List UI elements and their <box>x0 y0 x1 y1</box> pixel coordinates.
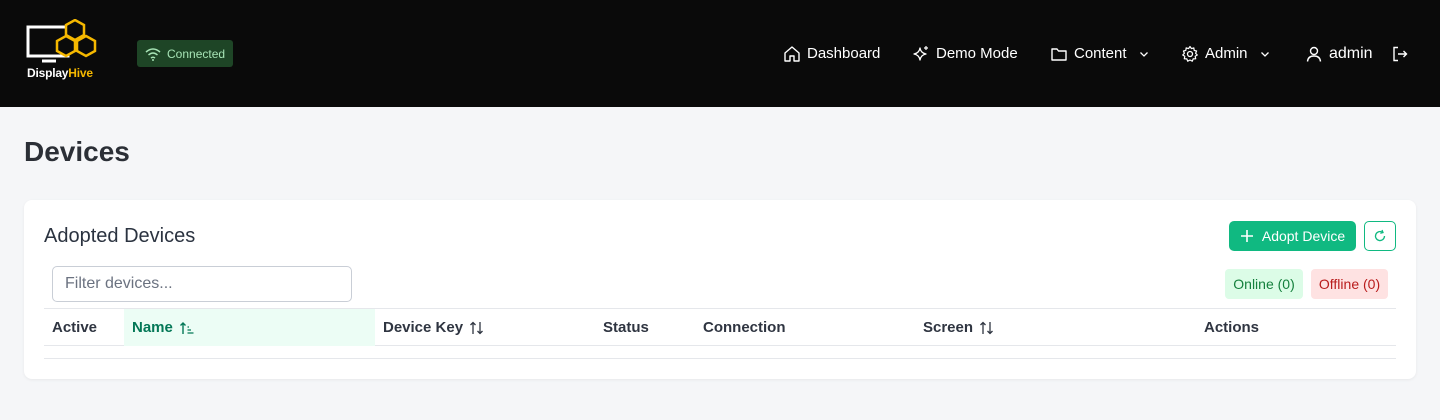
sort-ascending-icon <box>179 321 194 334</box>
adopted-devices-card: Adopted Devices Adopt Device Online (0) … <box>24 200 1416 379</box>
nav-user-label: admin <box>1329 44 1373 62</box>
refresh-button[interactable] <box>1364 221 1396 251</box>
column-header-active: Active <box>52 319 98 336</box>
logo-wordmark: DisplayHive <box>27 66 93 80</box>
nav-admin-label: Admin <box>1205 45 1248 62</box>
column-header-device-key[interactable]: Device Key <box>383 309 485 346</box>
folder-icon <box>1051 47 1067 61</box>
logo-monitor-hexagon-icon <box>26 19 97 63</box>
home-icon <box>784 45 800 62</box>
column-header-actions: Actions <box>1204 319 1260 336</box>
sort-icon <box>980 321 994 334</box>
connection-status-text: Connected <box>167 46 226 61</box>
sort-icon <box>470 321 484 334</box>
refresh-icon <box>1374 229 1386 242</box>
chevron-down-icon <box>1139 51 1148 57</box>
plus-icon <box>1240 230 1253 242</box>
adopt-device-label: Adopt Device <box>1261 228 1346 244</box>
nav-dashboard[interactable]: Dashboard <box>783 0 880 107</box>
top-navigation-bar: DisplayHive Connected Dashboard Demo Mod… <box>0 0 1440 107</box>
card-title: Adopted Devices <box>44 225 196 247</box>
nav-user-menu[interactable]: admin <box>1305 0 1373 107</box>
nav-admin-dropdown[interactable]: Admin <box>1181 0 1270 107</box>
nav-demo-mode-label: Demo Mode <box>936 45 1018 62</box>
devices-table-body <box>44 346 1396 359</box>
nav-content-label: Content <box>1074 45 1127 62</box>
column-header-connection: Connection <box>703 319 786 336</box>
column-header-screen[interactable]: Screen <box>923 309 995 346</box>
sparkles-icon <box>913 45 928 61</box>
column-header-name[interactable]: Name <box>124 309 375 346</box>
column-header-status: Status <box>603 319 649 336</box>
nav-demo-mode[interactable]: Demo Mode <box>912 0 1018 107</box>
logout-icon <box>1393 46 1408 61</box>
gear-icon <box>1182 45 1198 62</box>
displayhive-logo[interactable]: DisplayHive <box>26 19 102 81</box>
nav-dashboard-label: Dashboard <box>807 45 881 62</box>
offline-count-badge[interactable]: Offline (0) <box>1311 269 1388 299</box>
devices-table-header: Active Name Device Key Status Connection… <box>44 308 1396 346</box>
adopt-device-button[interactable]: Adopt Device <box>1229 221 1356 251</box>
connection-status-badge: Connected <box>137 40 234 67</box>
page-title: Devices <box>24 136 130 167</box>
logout-button[interactable] <box>1391 0 1409 107</box>
nav-content-dropdown[interactable]: Content <box>1050 0 1149 107</box>
wifi-icon <box>145 47 161 61</box>
online-count-badge[interactable]: Online (0) <box>1225 269 1303 299</box>
chevron-down-icon <box>1260 51 1269 57</box>
filter-devices-input[interactable] <box>52 266 352 302</box>
user-icon <box>1306 46 1322 62</box>
